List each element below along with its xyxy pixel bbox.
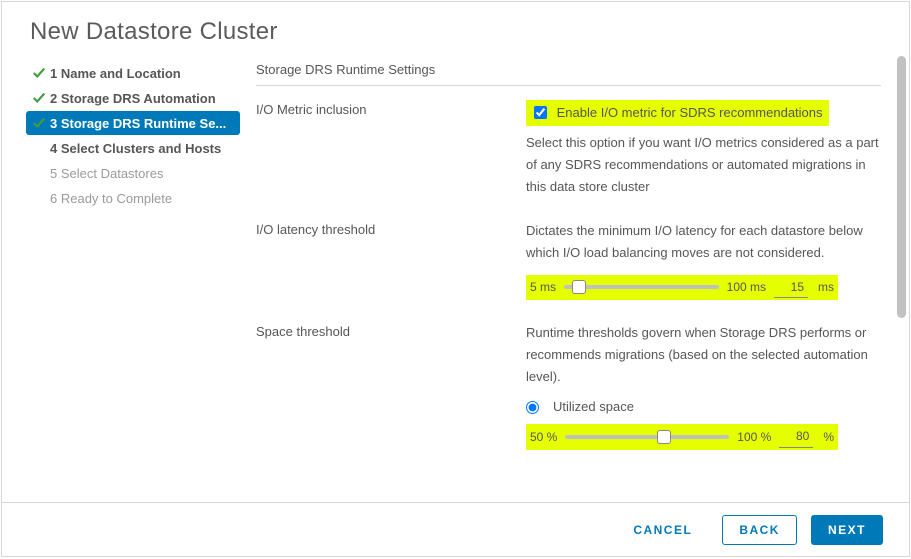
next-button[interactable]: NEXT (811, 515, 883, 545)
io-latency-value[interactable]: 15 (774, 277, 808, 298)
io-latency-slider-row: 5 ms 100 ms 15 ms (526, 275, 838, 300)
step-spacer (32, 166, 46, 180)
dialog-title: New Datastore Cluster (2, 2, 909, 56)
step-1[interactable]: 1 Name and Location (26, 61, 240, 85)
step-5: 5 Select Datastores (26, 161, 240, 185)
step-3[interactable]: 3 Storage DRS Runtime Se... (26, 111, 240, 135)
row-label-io-latency: I/O latency threshold (256, 220, 526, 237)
row-io-metric: I/O Metric inclusion Enable I/O metric f… (256, 100, 881, 198)
step-6: 6 Ready to Complete (26, 186, 240, 210)
space-slider-row: 50 % 100 % 80 % (526, 424, 838, 449)
step-label: 5 Select Datastores (50, 166, 163, 181)
scrollbar-thumb[interactable] (897, 56, 906, 318)
space-unit: % (821, 427, 834, 447)
step-4[interactable]: 4 Select Clusters and Hosts (26, 136, 240, 160)
row-body-io-metric: Enable I/O metric for SDRS recommendatio… (526, 100, 881, 198)
io-latency-max-label: 100 ms (727, 277, 766, 297)
io-metric-highlight: Enable I/O metric for SDRS recommendatio… (526, 100, 829, 126)
space-min-label: 50 % (530, 427, 557, 447)
space-description: Runtime thresholds govern when Storage D… (526, 322, 881, 388)
step-label: 2 Storage DRS Automation (50, 91, 216, 106)
row-label-io-metric: I/O Metric inclusion (256, 100, 526, 117)
io-latency-slider[interactable] (564, 280, 719, 294)
dialog: New Datastore Cluster 1 Name and Locatio… (1, 1, 910, 557)
section-title: Storage DRS Runtime Settings (256, 56, 881, 86)
space-radio-row: Utilized space (526, 396, 881, 418)
checkmark-icon (32, 116, 46, 130)
row-io-latency: I/O latency threshold Dictates the minim… (256, 220, 881, 300)
row-body-space: Runtime thresholds govern when Storage D… (526, 322, 881, 450)
cancel-button[interactable]: CANCEL (617, 516, 708, 544)
checkmark-icon (32, 91, 46, 105)
footer: CANCEL BACK NEXT (2, 502, 909, 556)
io-metric-checkbox-label: Enable I/O metric for SDRS recommendatio… (557, 105, 823, 120)
space-value[interactable]: 80 (779, 426, 813, 447)
space-rail (565, 435, 729, 439)
row-space: Space threshold Runtime thresholds gover… (256, 322, 881, 450)
main-panel: Storage DRS Runtime Settings I/O Metric … (256, 56, 893, 502)
io-latency-description: Dictates the minimum I/O latency for eac… (526, 220, 881, 264)
io-latency-thumb[interactable] (572, 280, 586, 294)
back-button[interactable]: BACK (722, 515, 797, 545)
step-label: 1 Name and Location (50, 66, 181, 81)
space-slider[interactable] (565, 430, 729, 444)
io-latency-min-label: 5 ms (530, 277, 556, 297)
io-latency-rail (564, 285, 719, 289)
io-latency-unit: ms (816, 277, 834, 297)
step-label: 4 Select Clusters and Hosts (50, 141, 221, 156)
step-label: 6 Ready to Complete (50, 191, 172, 206)
space-thumb[interactable] (657, 430, 671, 444)
step-2[interactable]: 2 Storage DRS Automation (26, 86, 240, 110)
main-wrap: Storage DRS Runtime Settings I/O Metric … (240, 56, 909, 502)
space-max-label: 100 % (737, 427, 771, 447)
io-metric-checkbox[interactable] (534, 106, 547, 119)
step-label: 3 Storage DRS Runtime Se... (50, 116, 226, 131)
step-spacer (32, 191, 46, 205)
wizard-steps: 1 Name and Location 2 Storage DRS Automat… (26, 56, 240, 502)
dialog-body: 1 Name and Location 2 Storage DRS Automat… (2, 56, 909, 502)
checkmark-icon (32, 66, 46, 80)
space-radio-label: Utilized space (553, 396, 634, 418)
io-metric-description: Select this option if you want I/O metri… (526, 132, 881, 198)
scrollbar[interactable] (897, 56, 906, 442)
row-body-io-latency: Dictates the minimum I/O latency for eac… (526, 220, 881, 300)
step-spacer (32, 141, 46, 155)
row-label-space: Space threshold (256, 322, 526, 339)
space-radio-utilized[interactable] (526, 401, 539, 414)
